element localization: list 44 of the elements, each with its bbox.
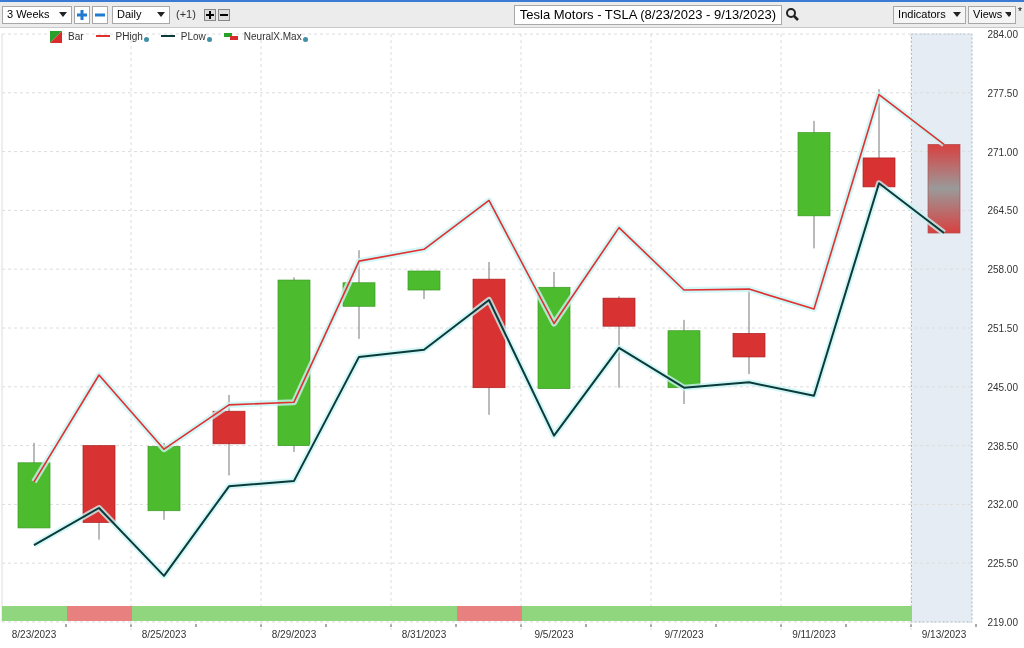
x-axis-label: 8/23/2023: [11, 629, 57, 640]
y-axis-label: 277.50: [987, 87, 1018, 99]
bar-legend-icon: [50, 30, 62, 43]
rising-candle: [407, 270, 441, 300]
y-axis-label: 271.00: [987, 146, 1018, 158]
x-axis-label: 9/7/2023: [664, 629, 704, 640]
interval-dropdown[interactable]: Daily: [112, 5, 170, 24]
x-axis-label: 9/5/2023: [534, 629, 574, 640]
plus-icon: [77, 9, 87, 20]
y-axis-label: 238.50: [987, 440, 1018, 452]
views-dropdown[interactable]: Views: [968, 5, 1017, 24]
caret-icon: [1005, 12, 1012, 17]
offset-plus-button[interactable]: [203, 8, 216, 21]
search-icon[interactable]: [786, 8, 800, 21]
offset-label: (+1): [176, 7, 196, 23]
caret-icon: [157, 12, 165, 17]
caret-icon: [59, 12, 67, 17]
x-axis-label: 8/31/2023: [401, 629, 447, 640]
x-axis-label: 9/13/2023: [921, 629, 967, 640]
period-dropdown[interactable]: 3 Weeks: [2, 5, 72, 24]
legend-label: Bar: [68, 30, 84, 44]
y-axis-label: 219.00: [987, 617, 1018, 628]
x-axis-label: 8/25/2023: [141, 629, 187, 640]
y-axis-label: 245.00: [987, 381, 1018, 393]
x-axis-label: 8/29/2023: [271, 629, 317, 640]
step-legend-icon: [223, 32, 238, 41]
zoom-in-button[interactable]: [74, 5, 90, 24]
offset-minus-button[interactable]: [217, 8, 230, 21]
y-axis-label: 232.00: [987, 499, 1018, 511]
caret-icon: [953, 12, 962, 17]
y-axis-label: 225.50: [987, 558, 1018, 570]
legend-label: PLow: [180, 30, 206, 44]
y-axis-label: 264.50: [987, 205, 1018, 217]
y-axis-label: 251.50: [987, 323, 1018, 334]
plus-icon: [205, 10, 214, 19]
legend-label: NeuralX.Max: [243, 30, 302, 44]
zoom-out-button[interactable]: [92, 5, 108, 24]
modified-mark: *: [1018, 5, 1022, 19]
x-axis-label: 9/11/2023: [792, 629, 836, 640]
y-axis-label: 258.00: [987, 264, 1018, 276]
symbol-field[interactable]: Tesla Motors - TSLA (8/23/2023 - 9/13/2023): [513, 4, 783, 25]
y-axis-label: 284.00: [987, 29, 1018, 40]
indicators-dropdown[interactable]: Indicators: [893, 5, 967, 24]
legend-label: PHigh: [115, 30, 143, 44]
